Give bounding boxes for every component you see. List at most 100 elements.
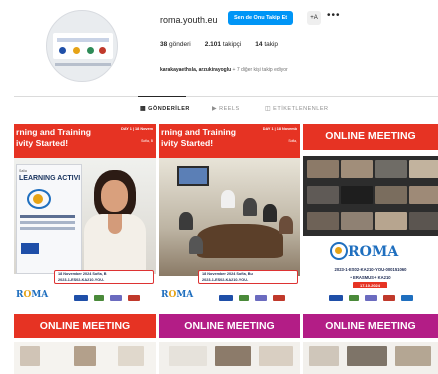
post-info-line2: 2023-1-ES02-KA210-YOU- [202,278,249,282]
post-header: ONLINE MEETING [303,124,438,150]
banner-subtitle: Salia [19,169,27,173]
person-photo [84,170,146,276]
avatar-logo-eu [59,47,66,54]
rollup-banner: Salia LEARNING ACTIVI [16,164,82,274]
more-options-icon[interactable]: ••• [327,10,341,21]
followers-stat[interactable]: 2.101 takipçi [205,41,242,48]
roma-logo-text: ROMA [348,244,399,260]
post-title: ONLINE MEETING [184,320,275,332]
followers-label: takipçi [222,41,242,48]
post-title: ONLINE MEETING [39,320,131,332]
partner-logo-icon [239,295,249,301]
posts-grid: rning and Training ivity Started! DAY 1 |… [14,124,438,374]
partner-logo-icon [255,295,267,301]
tab-reels-label: REELS [219,106,240,112]
following-label: takip [264,41,279,48]
tabs-divider [14,96,438,97]
post-tile[interactable]: rning and Training ivity Started! DAY 1 |… [14,124,156,308]
followed-by[interactable]: karakayaethsla, arzukirayoglu + 7 diğer … [160,67,288,73]
post-tile[interactable]: rning and Training ivity Started! DAY 1 |… [159,124,300,308]
profile-stats: 38 gönderi 2.101 takipçi 14 takip [160,41,278,48]
eu-flag-icon [21,243,39,254]
post-title: ONLINE MEETING [325,320,416,332]
partner-logo-icon [365,295,377,301]
active-tab-indicator [138,96,186,97]
partner-logo-icon [128,295,140,301]
banner-title: LEARNING ACTIVI [19,175,81,182]
tab-tagged-label: ETİKETLENENLER [273,106,329,112]
partner-logo-icon [273,295,285,301]
following-stat[interactable]: 14 takip [255,41,278,48]
post-day: DAY 1 | 18 Novemb [262,127,297,131]
partner-logos [303,288,438,308]
avatar-logo-partner [87,47,94,54]
add-user-icon[interactable]: +A [307,11,321,25]
following-count: 14 [255,41,263,48]
video-call-screenshot [303,156,438,236]
tab-reels[interactable]: ▶ REELS [212,105,240,112]
grid-icon: ▦ [140,106,147,112]
avatar-logo-partner-2 [99,47,106,54]
post-tile[interactable]: ONLINE MEETING [14,314,156,374]
post-header: ONLINE MEETING [303,314,438,338]
meeting-table [197,224,283,258]
posts-label: gönderi [169,41,191,48]
roma-logo-icon [330,242,348,260]
post-title: rning and Training ivity Started! [16,127,91,148]
post-info-line2: 2023-1-ES02-KA210-YOU- [58,278,105,282]
tab-posts[interactable]: ▦ GÖNDERİLER [140,105,190,112]
roma-logo-icon [27,189,51,209]
person-figure [263,204,277,222]
post-info-box: 18 November 2024 Sofia, B 2023-1-ES02-KA… [54,270,154,284]
presentation-screen [177,166,209,186]
posts-stat: 38 gönderi [160,41,191,48]
post-info-box: 18 November 2024 Sofia, Bu 2023-1-ES02-K… [198,270,298,284]
tab-tagged[interactable]: ◫ ETİKETLENENLER [265,105,328,112]
post-header: rning and Training ivity Started! DAY 1 |… [14,124,156,158]
post-photo [14,342,156,374]
follow-button[interactable]: Sen de Onu Takip Et [228,11,294,25]
post-info-line1: 18 November 2024 Sofia, B [58,272,107,276]
person-figure [221,190,235,208]
post-location: Sofia, [288,139,297,143]
profile-username: roma.youth.eu [160,15,218,25]
partner-logo-icon [110,295,122,301]
person-figure [179,212,193,230]
tab-posts-label: GÖNDERİLER [148,106,190,112]
post-title: ONLINE MEETING [325,130,416,142]
post-title: rning and Training ivity Started! [161,127,236,148]
post-day: DAY 1 | 18 Novem [121,127,153,131]
post-header: ONLINE MEETING [159,314,300,338]
avatar-banner-bar [55,63,111,66]
post-tile[interactable]: ONLINE MEETING ROMA 2023-1-ES02-KA210-YO… [303,124,438,308]
profile-avatar[interactable] [46,10,118,82]
followed-by-names: karakayaethsla, arzukirayoglu [160,67,232,73]
reels-icon: ▶ [212,106,218,112]
post-header: rning and Training ivity Started! DAY 1 |… [159,124,300,158]
eu-logo-icon [329,295,343,301]
banner-text-lines [20,215,75,218]
partner-logos: ROMA [14,288,156,308]
post-tile[interactable]: ONLINE MEETING [159,314,300,374]
project-code: 2023-1-ES02-KA210-YOU-000151060 [334,267,407,272]
partner-logo-icon [401,295,413,301]
avatar-banner [53,33,113,59]
post-info-line1: 18 November 2024 Sofia, Bu [202,272,253,276]
followers-count: 2.101 [204,41,222,48]
post-tile[interactable]: ONLINE MEETING [303,314,438,374]
roma-logo-icon: ROMA [16,290,49,300]
posts-count: 38 [160,41,168,48]
eu-logo-icon [219,295,233,301]
followed-by-suffix: + 7 diğer kişi takip ediyor [232,67,288,73]
partner-logo-icon [349,295,359,301]
avatar-logo-roma [73,47,80,54]
program-name: • ERASMUS+ KA210 [350,275,391,280]
post-location: Sofia, B [141,139,153,143]
person-figure [279,216,293,234]
partner-logo-icon [94,295,104,301]
post-photo [303,342,438,374]
roma-logo-icon: ROMA [161,290,194,300]
avatar-banner-strip [57,38,109,42]
partner-logos: ROMA [159,288,300,308]
post-photo [159,342,300,374]
